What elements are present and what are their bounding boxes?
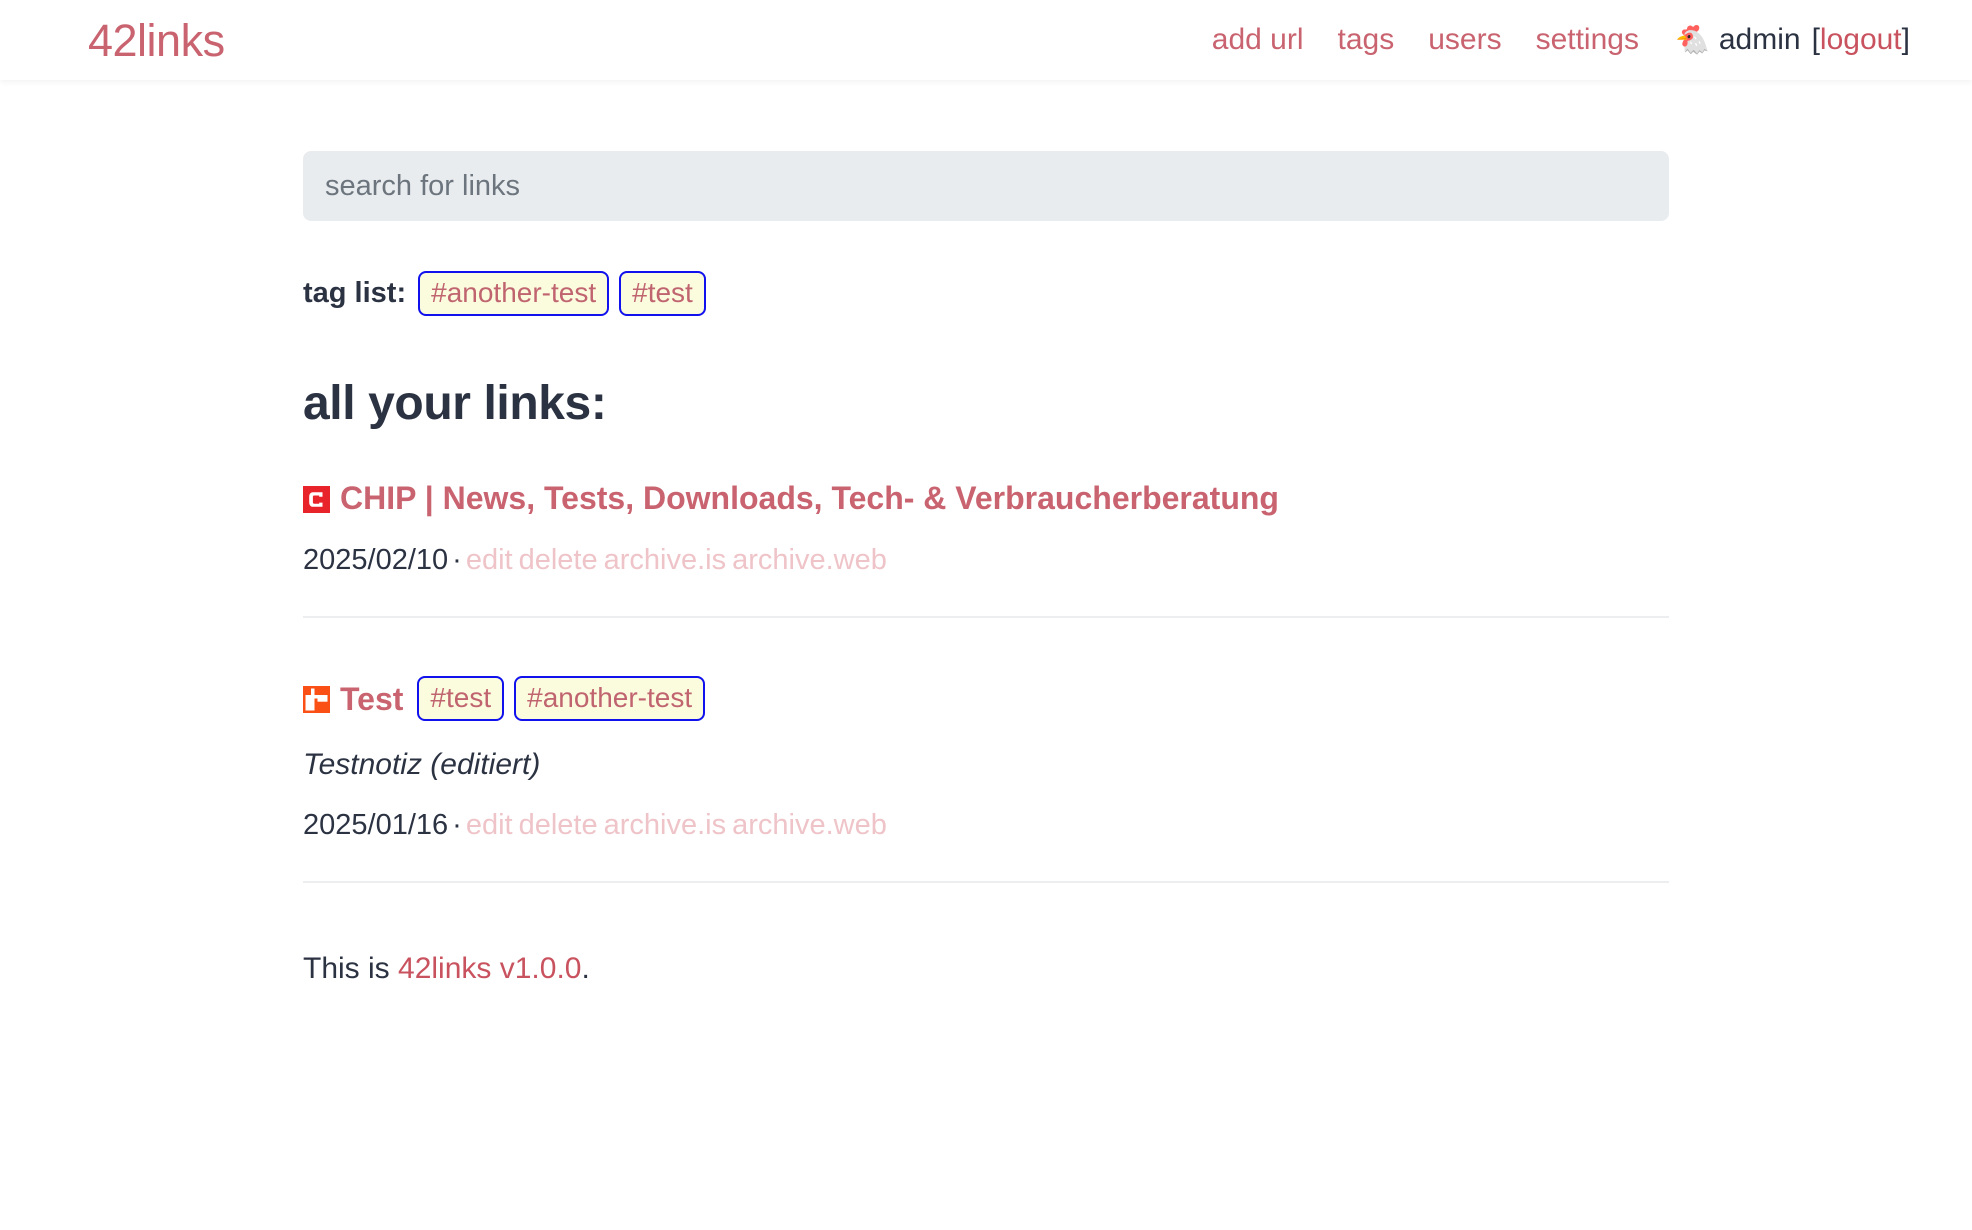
entry-tag-another-test[interactable]: #another-test bbox=[514, 675, 706, 722]
archive-web-link[interactable]: archive.web bbox=[732, 544, 887, 576]
username-label: admin bbox=[1718, 23, 1801, 56]
footer-text: This is 42links v1.0.0. bbox=[303, 951, 1669, 987]
page-title: all your links: bbox=[303, 377, 607, 431]
link-title[interactable]: Test bbox=[340, 679, 403, 719]
user-block: 🐔 admin [logout] bbox=[1675, 25, 1910, 55]
delete-link[interactable]: delete bbox=[519, 809, 598, 841]
entry-tag-test[interactable]: #test bbox=[417, 675, 505, 722]
link-title[interactable]: CHIP | News, Tests, Downloads, Tech- & V… bbox=[340, 478, 1279, 518]
archive-web-link[interactable]: archive.web bbox=[732, 809, 887, 841]
nav-item-add-url[interactable]: add url bbox=[1212, 25, 1304, 55]
entry-title-row: CHIP | News, Tests, Downloads, Tech- & V… bbox=[303, 478, 1669, 518]
meta-separator: · bbox=[452, 544, 462, 577]
main-container: tag list: #another-test #test all your l… bbox=[303, 80, 1669, 987]
logout-link[interactable]: logout bbox=[1820, 23, 1902, 56]
edit-link[interactable]: edit bbox=[466, 544, 513, 576]
delete-link[interactable]: delete bbox=[519, 544, 598, 576]
nav-right-group: add url tags users settings 🐔 admin [log… bbox=[1212, 25, 1910, 55]
entry-spacer bbox=[303, 618, 1669, 676]
archive-is-link[interactable]: archive.is bbox=[604, 544, 727, 576]
entry-note: Testnotiz (editiert) bbox=[303, 748, 541, 782]
footer-version-link[interactable]: 42links v1.0.0 bbox=[398, 952, 581, 985]
footer-prefix: This is bbox=[303, 952, 399, 986]
nav-item-settings[interactable]: settings bbox=[1536, 25, 1639, 55]
nav-item-tags[interactable]: tags bbox=[1338, 25, 1395, 55]
tag-chip-another-test[interactable]: #another-test bbox=[418, 271, 610, 317]
archive-is-link[interactable]: archive.is bbox=[604, 809, 727, 841]
entry-meta: 2025/01/16 · edit delete archive.is archive.w… bbox=[303, 808, 1669, 843]
tag-list-row: tag list: #another-test #test bbox=[303, 271, 1669, 317]
entry-date: 2025/02/10 bbox=[303, 544, 449, 577]
nav-item-users[interactable]: users bbox=[1428, 25, 1501, 55]
list-item: CHIP | News, Tests, Downloads, Tech- & V… bbox=[303, 478, 1669, 676]
entry-meta: 2025/02/10 · edit delete archive.is archive.w… bbox=[303, 543, 1669, 578]
logout-wrapper: [logout] bbox=[1812, 25, 1910, 55]
brand-logo[interactable]: 42links bbox=[88, 18, 225, 63]
list-item: Test #test #another-test Testnotiz (edit… bbox=[303, 675, 1669, 884]
bracket-close: ] bbox=[1901, 23, 1910, 56]
entry-date: 2025/01/16 bbox=[303, 809, 449, 842]
edit-link[interactable]: edit bbox=[466, 809, 513, 841]
meta-separator: · bbox=[452, 809, 462, 842]
link-list: CHIP | News, Tests, Downloads, Tech- & V… bbox=[303, 478, 1669, 884]
search-input[interactable] bbox=[303, 151, 1669, 221]
tag-chip-test[interactable]: #test bbox=[619, 271, 706, 317]
bracket-open: [ bbox=[1811, 23, 1820, 56]
rooster-emoji-icon: 🐔 bbox=[1674, 24, 1710, 55]
tag-list-label: tag list: bbox=[303, 277, 407, 310]
test-favicon-icon bbox=[303, 686, 330, 714]
chip-favicon-icon bbox=[303, 485, 330, 513]
entry-title-row: Test #test #another-test bbox=[303, 675, 1669, 722]
entry-divider bbox=[303, 881, 1669, 884]
top-navbar: 42links add url tags users settings 🐔 ad… bbox=[0, 0, 1972, 80]
footer-suffix: . bbox=[581, 952, 590, 986]
